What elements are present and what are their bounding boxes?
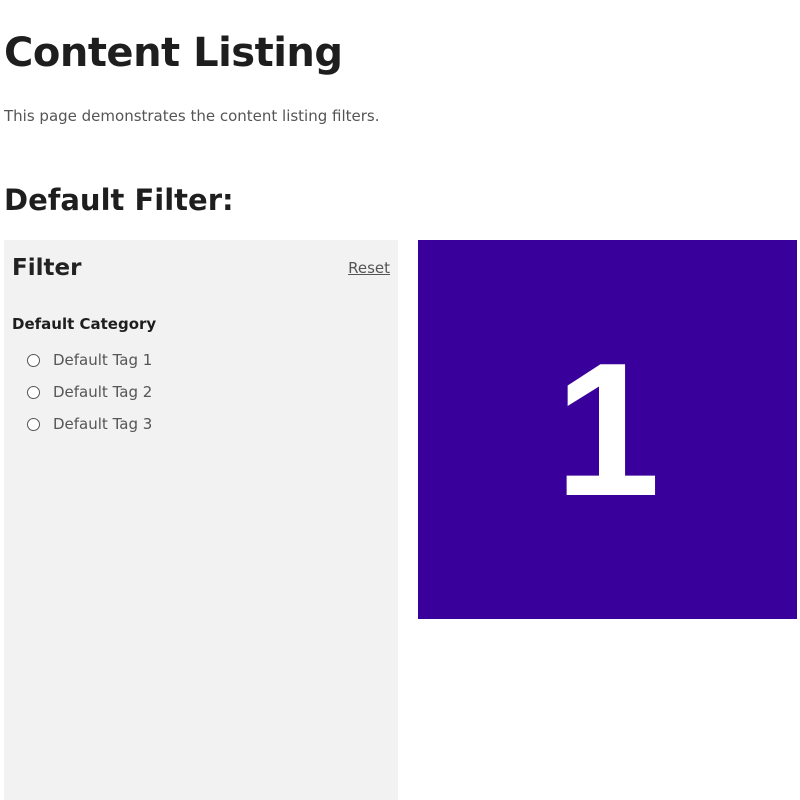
radio-button[interactable] [27,385,40,399]
tag-label: Default Tag 1 [53,351,153,369]
tag-option-2[interactable]: Default Tag 2 [27,376,152,408]
filter-heading: Filter [12,255,82,281]
tag-label: Default Tag 3 [53,415,153,433]
card-number: 1 [554,323,661,536]
tag-label: Default Tag 2 [53,383,153,401]
section-title: Default Filter: [4,183,234,217]
radio-button[interactable] [27,417,40,431]
page: Content Listing This page demonstrates t… [0,0,800,800]
filter-panel: Filter Reset Default Category Default Ta… [4,240,398,800]
tag-option-3[interactable]: Default Tag 3 [27,408,152,440]
reset-link[interactable]: Reset [348,259,390,277]
tag-list: Default Tag 1 Default Tag 2 Default Tag … [27,344,152,440]
page-description: This page demonstrates the content listi… [4,107,380,125]
page-title: Content Listing [4,30,343,76]
tag-option-1[interactable]: Default Tag 1 [27,344,152,376]
category-label: Default Category [12,315,157,333]
content-card[interactable]: 1 [418,240,797,619]
radio-button[interactable] [27,353,40,367]
